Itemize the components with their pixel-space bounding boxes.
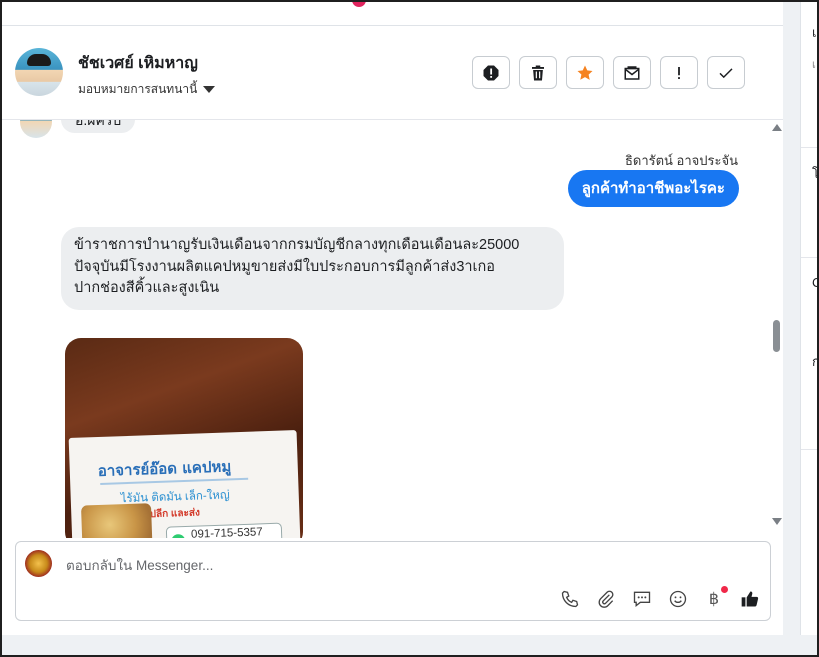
phone-icon [561, 590, 579, 608]
bottom-strip [0, 635, 819, 657]
divider [801, 449, 819, 450]
attach-button[interactable] [595, 588, 617, 610]
delete-button[interactable] [519, 56, 557, 89]
phone-icon [171, 534, 186, 538]
caret-down-icon [203, 86, 216, 93]
mark-unread-button[interactable] [613, 56, 651, 89]
details-text-fragment: ก [812, 351, 819, 372]
card-phone-1: 091-715-5357 [190, 526, 263, 538]
baht-icon: ฿ [708, 591, 720, 608]
business-card-image: อาจารย์อ๊อด แคปหมู ไร้มัน ติดมัน เล็ก-ให… [68, 430, 302, 538]
done-button[interactable] [707, 56, 745, 89]
card-phone-box: 091-715-5357 064-308-0484 [165, 522, 283, 538]
contact-avatar-small [20, 120, 52, 138]
details-text-fragment: เ [812, 25, 817, 40]
star-button[interactable] [566, 56, 604, 89]
message-list[interactable]: อ.ผครับ ธิดารัตน์ อาจประจัน ลูกค้าทำอาชี… [0, 120, 783, 538]
scrollbar[interactable] [770, 120, 783, 538]
scrollbar-thumb[interactable] [773, 320, 780, 352]
message-bubble-incoming: ข้าราชการบำนาญรับเงินเดือนจากกรมบัญชีกลา… [61, 227, 564, 310]
envelope-icon [624, 65, 640, 80]
notification-dot [721, 586, 728, 593]
chat-bubble-icon [633, 591, 651, 608]
call-button[interactable] [559, 588, 581, 610]
like-button[interactable] [739, 588, 761, 610]
details-text-fragment: เ [812, 59, 816, 71]
notification-dot [352, 0, 366, 7]
scroll-up-arrow-icon[interactable] [772, 124, 782, 131]
follow-up-button[interactable] [660, 56, 698, 89]
alert-octagon-icon [483, 65, 499, 80]
assign-label: มอบหมายการสนทนานี้ [78, 82, 198, 96]
scroll-down-arrow-icon[interactable] [772, 518, 782, 525]
star-icon [577, 65, 593, 80]
thread-header: ชัชเวศย์ เหิมหาญ มอบหมายการสนทนานี้ [0, 26, 783, 120]
details-text-fragment: โ [812, 166, 819, 181]
page-avatar [25, 550, 52, 577]
divider [801, 257, 819, 258]
message-photo[interactable]: อาจารย์อ๊อด แคปหมู ไร้มัน ติดมัน เล็ก-ให… [65, 338, 303, 538]
payment-button[interactable]: ฿ [703, 586, 728, 610]
details-text-fragment: C [812, 275, 819, 290]
panel-gap [783, 0, 800, 635]
exclamation-icon [678, 66, 680, 79]
message-line: ข้าราชการบำนาญรับเงินเดือนจากกรมบัญชีกลา… [74, 237, 520, 253]
food-image [80, 503, 153, 538]
inbox-thread-panel: ชัชเวศย์ เหิมหาญ มอบหมายการสนทนานี้ อ.ผค… [0, 26, 783, 635]
paperclip-icon [598, 590, 614, 608]
emoji-icon [669, 590, 687, 608]
emoji-button[interactable] [667, 588, 689, 610]
thread-actions [472, 56, 745, 89]
contact-details-panel: เ เ โ C ก [800, 0, 819, 635]
top-strip [0, 0, 783, 26]
reply-input[interactable] [64, 554, 668, 576]
composer-tools: ฿ [559, 586, 761, 610]
contact-avatar[interactable] [15, 48, 63, 96]
report-spam-button[interactable] [472, 56, 510, 89]
check-icon [719, 67, 733, 78]
reply-composer: ฿ [15, 541, 771, 621]
trash-icon [532, 65, 544, 80]
message-line: ปัจจุบันมีโรงงานผลิตแคปหมูขายส่งมีใบประก… [74, 258, 495, 275]
assign-conversation-dropdown[interactable]: มอบหมายการสนทนานี้ [78, 80, 216, 99]
contact-name[interactable]: ชัชเวศย์ เหิมหาญ [78, 51, 198, 76]
message-line: ปากช่องสีคิ้วและสูงเนิน [74, 280, 220, 296]
thumbs-up-icon [741, 591, 759, 607]
message-sender-name: ธิดารัตน์ อาจประจัน [624, 153, 738, 168]
divider [801, 147, 819, 148]
message-bubble-outgoing: ลูกค้าทำอาชีพอะไรคะ [567, 170, 739, 207]
saved-replies-button[interactable] [631, 588, 653, 610]
message-bubble-incoming: อ.ผครับ [61, 120, 136, 133]
